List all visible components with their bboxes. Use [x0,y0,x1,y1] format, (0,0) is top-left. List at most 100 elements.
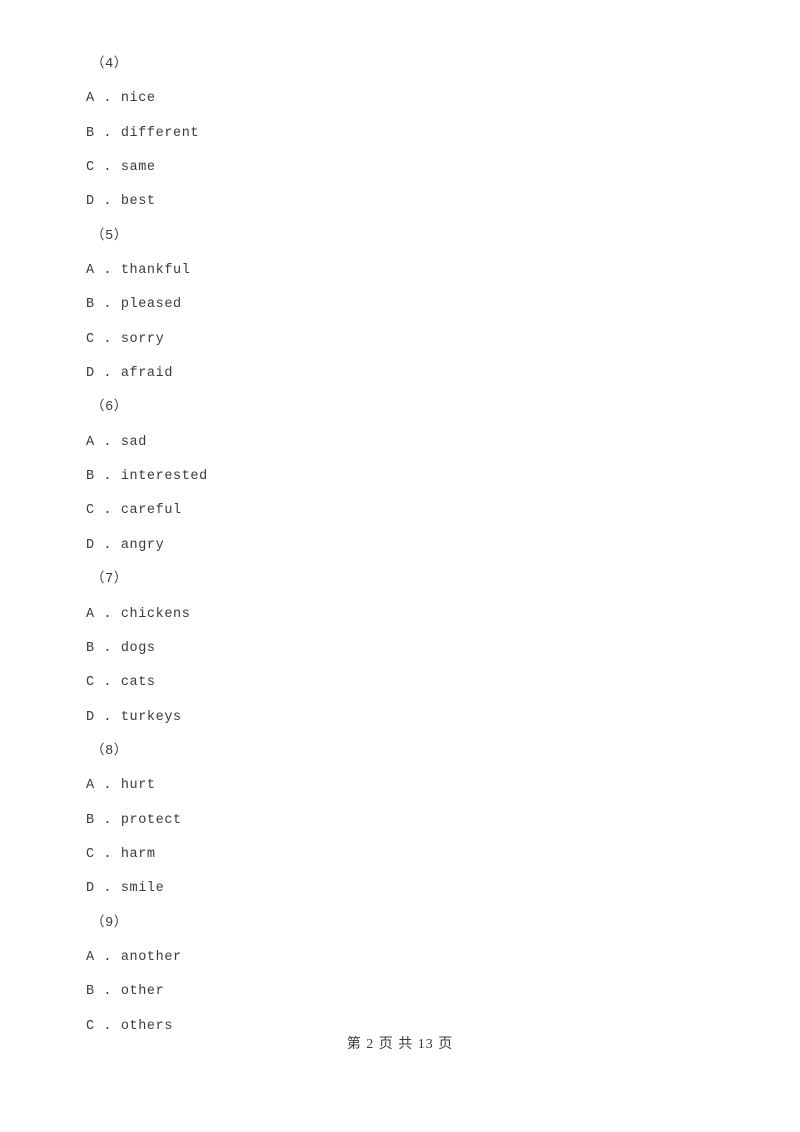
option-letter: D [86,881,95,897]
answer-option[interactable]: A . thankful [86,254,706,288]
answer-option[interactable]: D . angry [86,529,706,563]
answer-option[interactable]: C . same [86,151,706,185]
answer-option[interactable]: D . turkeys [86,701,706,735]
answer-option[interactable]: A . nice [86,82,706,116]
option-text: hurt [120,778,156,794]
option-text: sad [120,434,147,450]
answer-option[interactable]: B . dogs [86,632,706,666]
option-text: smile [120,881,165,897]
option-text: another [120,949,182,965]
option-text: sorry [120,331,165,347]
option-text: cats [120,675,156,691]
option-letter: B [86,640,95,656]
option-letter: D [86,709,95,725]
option-text: best [120,194,156,210]
option-text: turkeys [120,709,182,725]
option-letter: A [86,606,95,622]
option-separator: . [94,881,121,897]
option-separator: . [94,675,121,691]
option-separator: . [94,125,121,141]
option-separator: . [94,709,121,725]
question-number: （9） [91,915,128,931]
option-separator: . [94,812,121,828]
option-separator: . [94,640,121,656]
option-text: other [120,984,165,1000]
option-letter: D [86,194,95,210]
option-separator: . [94,984,121,1000]
answer-option[interactable]: C . harm [86,838,706,872]
answer-option[interactable]: C . sorry [86,323,706,357]
question-number: （5） [91,228,128,244]
option-letter: C [86,160,95,176]
option-letter: B [86,297,95,313]
question-number: （4） [91,57,128,72]
option-separator: . [94,606,121,622]
option-letter: A [86,434,95,450]
document-page: （4） A . nice B . different C . same D . best… [0,0,800,1132]
answer-option[interactable]: D . afraid [86,357,706,391]
option-text: thankful [120,263,191,279]
option-text: same [120,160,156,176]
option-separator: . [94,1018,121,1034]
option-letter: A [86,91,95,107]
option-separator: . [94,331,121,347]
answer-option[interactable]: B . different [86,117,706,151]
option-text: chickens [120,606,191,622]
option-text: dogs [120,640,156,656]
option-letter: C [86,675,95,691]
answer-option[interactable]: B . protect [86,804,706,838]
option-text: angry [120,537,165,553]
option-text: nice [120,91,156,107]
option-letter: A [86,778,95,794]
option-separator: . [94,537,121,553]
option-text: different [120,125,200,141]
answer-option[interactable]: A . another [86,941,706,975]
option-separator: . [94,949,121,965]
option-separator: . [94,160,121,176]
option-separator: . [94,366,121,382]
option-separator: . [94,434,121,450]
option-letter: A [86,949,95,965]
option-letter: B [86,125,95,141]
question-number: （6） [91,400,128,416]
option-separator: . [94,263,121,279]
option-letter: C [86,846,95,862]
page-footer: 第 2 页 共 13 页 [346,1037,454,1052]
option-text: protect [120,812,182,828]
option-separator: . [94,778,121,794]
option-letter: B [86,469,95,485]
answer-option[interactable]: D . smile [86,872,706,906]
answer-option[interactable]: C . cats [86,666,706,700]
answer-option[interactable]: B . pleased [86,288,706,322]
answer-option[interactable]: D . best [86,185,706,219]
question-list: （4） A . nice B . different C . same D . best… [86,48,706,1044]
answer-option[interactable]: A . sad [86,426,706,460]
option-text: careful [120,503,182,519]
option-text: pleased [120,297,182,313]
option-letter: B [86,812,95,828]
option-separator: . [94,194,121,210]
answer-option[interactable]: B . interested [86,460,706,494]
answer-option[interactable]: B . other [86,975,706,1009]
option-text: afraid [120,366,174,382]
option-letter: D [86,366,95,382]
option-letter: C [86,503,95,519]
option-separator: . [94,846,121,862]
option-letter: A [86,263,95,279]
option-letter: C [86,1018,95,1034]
option-separator: . [94,503,121,519]
option-letter: B [86,984,95,1000]
option-separator: . [94,297,121,313]
option-letter: C [86,331,95,347]
option-text: others [120,1018,174,1034]
option-letter: D [86,537,95,553]
answer-option[interactable]: A . chickens [86,598,706,632]
option-separator: . [94,91,121,107]
answer-option[interactable]: C . careful [86,494,706,528]
question-number: （7） [91,572,128,588]
answer-option[interactable]: A . hurt [86,769,706,803]
option-text: harm [120,846,156,862]
option-separator: . [94,469,121,485]
option-text: interested [120,469,208,485]
question-number: （8） [91,743,128,759]
